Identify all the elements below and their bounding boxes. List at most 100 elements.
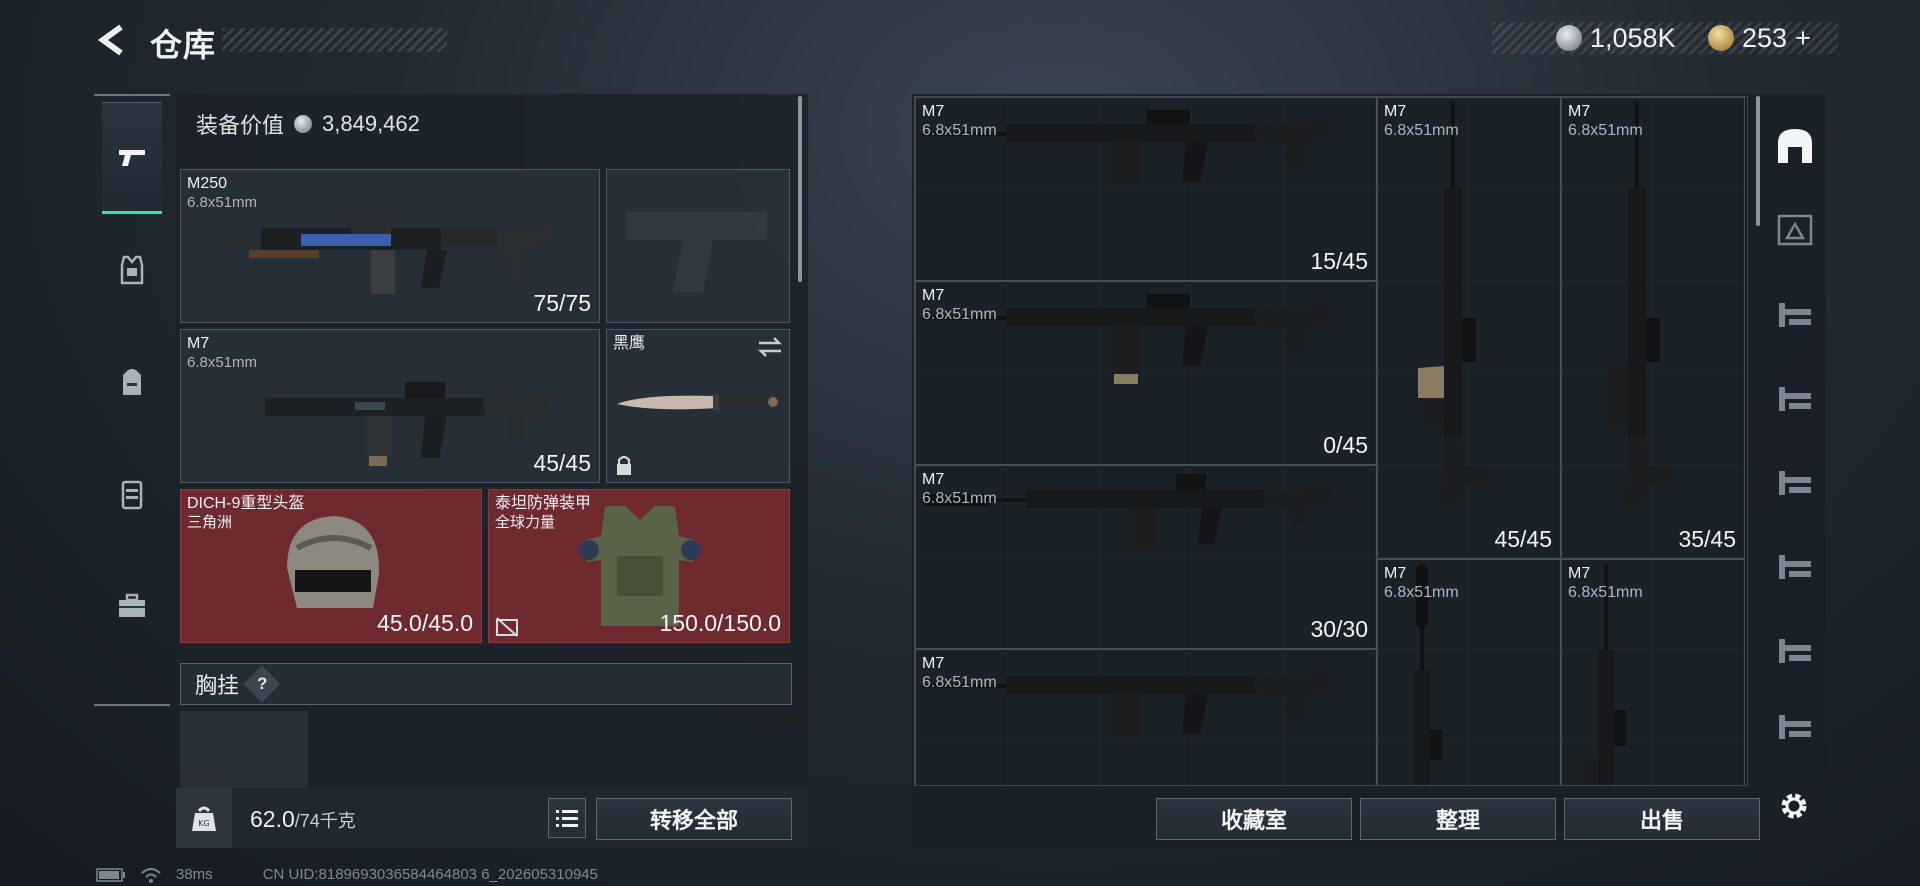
item-name: M7 [187, 335, 210, 352]
ammo-count: 15/45 [1310, 248, 1368, 274]
helmet-slot[interactable]: DICH-9重型头盔 三角洲 45.0/45.0 [180, 489, 482, 643]
case-icon [121, 480, 143, 510]
all-items-icon [1778, 129, 1812, 163]
storage-item[interactable]: M7 6.8x51mm 15/45 [915, 97, 1377, 281]
shelf-icon [1779, 303, 1811, 327]
rifle-image [199, 382, 551, 466]
pistol-placeholder-icon [627, 212, 767, 292]
backpack-icon [123, 369, 141, 395]
ammo-count: 45/45 [533, 450, 591, 476]
storage-box-icon [1777, 214, 1813, 246]
help-button[interactable]: ? [243, 665, 281, 703]
currency-gold-value: 253 [1742, 22, 1788, 53]
sort-button[interactable]: 整理 [1360, 798, 1556, 840]
storage-item[interactable]: M7 6.8x51mm [1377, 559, 1561, 785]
storage-item[interactable]: M7 6.8x51mm [1561, 559, 1745, 785]
filter-all[interactable] [1770, 118, 1820, 174]
toolbox-icon [119, 593, 145, 617]
filter-category-6[interactable] [1770, 622, 1820, 678]
machine-gun-image [215, 210, 553, 294]
list-view-button[interactable] [548, 798, 586, 838]
page-title: 仓库 [150, 27, 217, 63]
storage-item[interactable]: M7 6.8x51mm 45/45 [1377, 97, 1561, 559]
category-gear[interactable] [102, 214, 162, 326]
add-currency-button[interactable]: + [1795, 23, 1811, 54]
equipment-value-label: 装备价值 [196, 113, 285, 138]
item-name: M7 [922, 655, 945, 672]
storage-item[interactable]: M7 6.8x51mm 30/30 [915, 465, 1377, 649]
melee-slot[interactable]: 黑鹰 [606, 329, 790, 483]
category-toolbox[interactable] [102, 550, 162, 662]
knife-image [617, 394, 778, 410]
item-name: M7 [922, 471, 945, 488]
rifle-image [922, 672, 1332, 736]
item-faction: 全球力量 [495, 514, 556, 531]
swap-icon[interactable] [757, 336, 783, 358]
rifle-vertical-image [1418, 102, 1488, 512]
item-name: M7 [1568, 565, 1591, 582]
item-faction: 三角洲 [187, 514, 233, 531]
storage-item[interactable]: M7 6.8x51mm 0/45 [915, 281, 1377, 465]
equipment-scrollbar[interactable] [798, 96, 802, 282]
category-backpack[interactable] [102, 326, 162, 438]
equipment-value-amount: 3,849,462 [322, 111, 420, 136]
filter-category-5[interactable] [1770, 538, 1820, 594]
battery-icon [96, 867, 125, 882]
shelf-icon [1779, 639, 1811, 663]
storage-item[interactable]: M7 6.8x51mm [915, 649, 1377, 785]
shelf-icon [1779, 471, 1811, 495]
shelf-icon [1779, 387, 1811, 411]
sell-button[interactable]: 出售 [1564, 798, 1760, 840]
silver-coin-icon [1556, 25, 1582, 51]
ammo-count: 45/45 [1494, 526, 1552, 552]
item-caliber: 6.8x51mm [1384, 584, 1459, 601]
silver-coin-icon [294, 115, 313, 133]
rifle-image [922, 110, 1332, 184]
filter-category-7[interactable] [1770, 698, 1820, 754]
kettlebell-icon: KG [192, 806, 216, 831]
ammo-count: 0/45 [1323, 432, 1368, 458]
filter-rail [1762, 96, 1826, 786]
primary-weapon-slot[interactable]: M250 6.8x51mm 75/75 [180, 169, 600, 323]
category-rail [94, 94, 170, 706]
item-name: M7 [1384, 565, 1407, 582]
storage-scrollbar[interactable] [1756, 96, 1760, 226]
ping-text: 38ms [176, 866, 213, 883]
helmet-image [287, 516, 380, 608]
shelf-icon [1779, 715, 1811, 739]
category-weapons[interactable] [102, 102, 162, 214]
filter-category-3[interactable] [1770, 370, 1820, 426]
currency-gold[interactable]: 253 + [1708, 22, 1811, 54]
armor-slot[interactable]: 泰坦防弹装甲 全球力量 150.0/150.0 [488, 489, 790, 643]
rifle-image [922, 294, 1332, 384]
durability: 150.0/150.0 [659, 610, 781, 636]
vest-icon [120, 255, 144, 285]
item-name: M7 [1568, 103, 1591, 120]
item-caliber: 6.8x51mm [1384, 122, 1459, 139]
wifi-icon [141, 867, 161, 883]
chest-rig-header: 胸挂 ? [180, 663, 792, 705]
pistol-slot[interactable] [606, 169, 790, 323]
secondary-weapon-slot[interactable]: M7 6.8x51mm 45/45 [180, 329, 600, 483]
category-container[interactable] [102, 438, 162, 550]
uid-text: CN UID:8189693036584464803 6_20260531094… [262, 866, 598, 883]
item-caliber: 6.8x51mm [922, 674, 997, 691]
shelf-icon [1779, 555, 1811, 579]
settings-button[interactable] [1774, 786, 1814, 826]
storage-item[interactable]: M7 6.8x51mm 35/45 [1561, 97, 1745, 559]
filter-category-1[interactable] [1770, 202, 1820, 258]
rifle-vertical-image [1608, 102, 1672, 512]
title-decoration [222, 28, 447, 52]
weight-max: /74千克 [294, 811, 356, 831]
transfer-all-button[interactable]: 转移全部 [596, 798, 792, 840]
collection-room-button[interactable]: 收藏室 [1156, 798, 1352, 840]
chest-rig-slot[interactable] [180, 711, 308, 791]
item-caliber: 6.8x51mm [922, 122, 997, 139]
item-caliber: 6.8x51mm [1568, 584, 1643, 601]
filter-category-4[interactable] [1770, 454, 1820, 510]
list-icon [556, 810, 578, 827]
filter-category-2[interactable] [1770, 286, 1820, 342]
gear-icon [1781, 793, 1807, 819]
chest-rig-label: 胸挂 [195, 673, 240, 698]
back-button[interactable] [92, 20, 132, 60]
